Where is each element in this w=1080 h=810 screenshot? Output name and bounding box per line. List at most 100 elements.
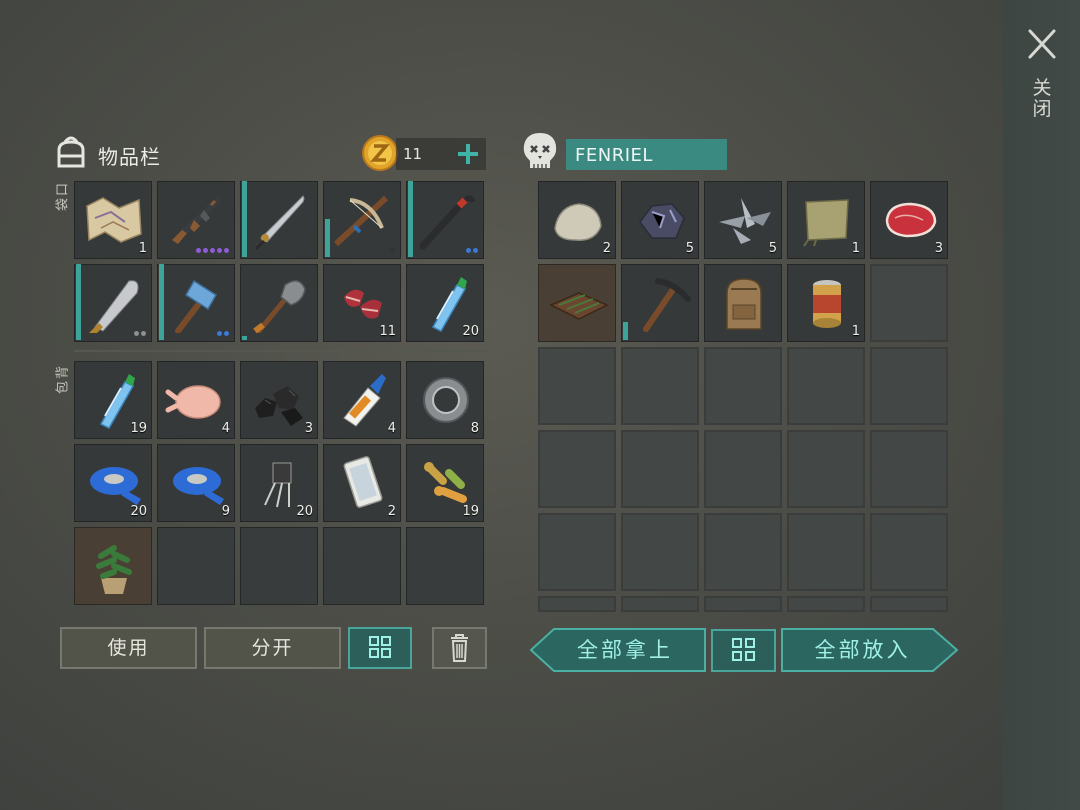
put-all-label: 全部放入 [814,638,911,662]
empty-slot[interactable] [870,347,948,425]
empty-slot[interactable] [787,347,865,425]
item-count: 1 [138,241,147,256]
item-slot[interactable] [406,181,484,259]
empty-slot[interactable] [406,527,484,605]
empty-slot[interactable] [538,430,616,508]
item-slot[interactable] [157,264,235,342]
loot-sort-button[interactable] [711,629,776,672]
item-count: 19 [462,504,479,519]
item-slot[interactable] [240,264,318,342]
empty-slot[interactable] [538,596,616,612]
item-slot[interactable] [157,181,235,259]
item-slot[interactable]: 1 [787,181,865,259]
close-sidebar [1003,0,1080,810]
item-slot[interactable]: 5 [704,181,782,259]
item-count: 3 [304,421,313,436]
item-count: 4 [387,421,396,436]
split-button[interactable]: 分开 [204,627,341,669]
empty-slot[interactable] [621,430,699,508]
quality-dots [134,331,146,336]
put-all-button[interactable]: 全部放入 [781,628,958,672]
quality-dots [196,248,229,253]
item-slot[interactable]: 20 [406,264,484,342]
item-count: 9 [221,504,230,519]
smartphone-icon [343,456,383,508]
crowbar-icon [419,195,476,250]
item-slot[interactable]: 2 [538,181,616,259]
item-slot[interactable]: 19 [406,444,484,522]
empty-slot[interactable] [787,430,865,508]
empty-slot[interactable] [870,513,948,591]
garden-bed-icon [549,292,609,320]
item-slot[interactable]: 1 [787,264,865,342]
item-count: 2 [602,241,611,256]
sledgehammer-icon [175,279,218,333]
backpack-icon [726,278,762,330]
item-slot[interactable] [74,527,152,605]
item-count: 5 [685,241,694,256]
item-slot[interactable]: 9 [157,444,235,522]
item-slot[interactable]: 19 [74,361,152,439]
item-slot[interactable]: 20 [74,444,152,522]
item-slot[interactable] [538,264,616,342]
use-button[interactable]: 使用 [60,627,197,669]
map-icon [86,197,142,243]
close-icon[interactable] [1024,24,1060,64]
coin-count: 11 [403,145,423,163]
empty-slot[interactable] [870,430,948,508]
item-count: 20 [462,324,479,339]
item-slot[interactable] [240,181,318,259]
empty-slot[interactable] [323,527,401,605]
grid-sort-icon [369,636,391,658]
empty-slot[interactable] [538,513,616,591]
item-slot[interactable]: 11 [323,264,401,342]
take-all-label: 全部拿上 [577,638,673,662]
item-slot[interactable]: 8 [406,361,484,439]
item-slot[interactable] [323,181,401,259]
item-slot[interactable]: 3 [870,181,948,259]
item-slot[interactable]: 2 [323,444,401,522]
empty-slot[interactable] [870,596,948,612]
empty-slot[interactable] [621,596,699,612]
empty-slot[interactable] [704,430,782,508]
glue-icon [343,374,386,427]
item-slot[interactable] [74,264,152,342]
item-slot[interactable]: 20 [240,444,318,522]
sort-button[interactable] [348,627,412,669]
empty-slot[interactable] [538,347,616,425]
empty-slot[interactable] [704,347,782,425]
item-slot[interactable] [704,264,782,342]
empty-slot[interactable] [157,527,235,605]
item-slot[interactable]: 4 [157,361,235,439]
item-count: 19 [130,421,147,436]
durability-bar [242,336,247,340]
tape-icon [173,467,224,505]
trash-button[interactable] [432,627,487,669]
backpack-icon [53,134,89,170]
item-slot[interactable] [621,264,699,342]
take-all-button[interactable]: 全部拿上 [530,628,706,672]
close-label[interactable]: 关闭 [1030,78,1054,120]
coin-icon [361,134,399,172]
item-count: 5 [768,241,777,256]
canned-food-icon [813,280,841,328]
empty-slot[interactable] [870,264,948,342]
add-coins-button[interactable] [452,138,484,170]
stone-icon [554,203,602,241]
empty-slot[interactable] [787,596,865,612]
quality-dots [390,248,395,253]
empty-slot[interactable] [240,527,318,605]
item-slot[interactable]: 1 [74,181,152,259]
empty-slot[interactable] [704,513,782,591]
iron-ore-icon [639,203,685,239]
empty-slot[interactable] [621,513,699,591]
item-slot[interactable]: 4 [323,361,401,439]
empty-slot[interactable] [787,513,865,591]
steak-icon [885,202,937,238]
empty-slot[interactable] [704,596,782,612]
empty-slot[interactable] [621,347,699,425]
shovel-icon [253,280,306,333]
item-slot[interactable]: 3 [240,361,318,439]
item-slot[interactable]: 5 [621,181,699,259]
quality-dots [217,331,229,336]
